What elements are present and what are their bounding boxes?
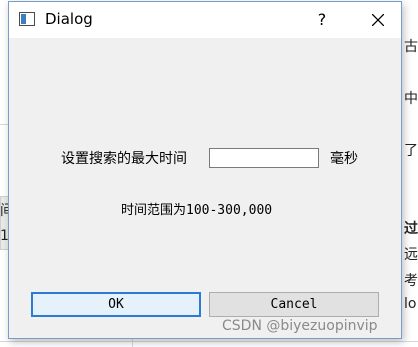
- max-time-label: 设置搜索的最大时间: [61, 151, 187, 167]
- background-text: 中: [404, 91, 418, 107]
- max-time-input[interactable]: [209, 148, 319, 168]
- background-divider: [0, 124, 8, 125]
- range-hint: 时间范围为100-300,000: [121, 203, 273, 218]
- background-text: lo: [404, 296, 417, 312]
- ok-button[interactable]: OK: [31, 292, 201, 317]
- background-divider: [0, 341, 418, 342]
- background-text: 了: [404, 143, 418, 159]
- window-icon: [19, 12, 35, 26]
- watermark: CSDN @biyezuopinvip: [222, 318, 378, 334]
- close-button[interactable]: [355, 2, 401, 38]
- close-icon: [372, 14, 384, 26]
- background-text: 古: [404, 39, 418, 55]
- cancel-button[interactable]: Cancel: [209, 292, 379, 317]
- window-title: Dialog: [45, 10, 93, 28]
- dialog-window: Dialog ? 设置搜索的最大时间 毫秒 时间范围为100-300,000 O…: [8, 1, 402, 339]
- background-text: 过: [404, 221, 418, 237]
- help-button[interactable]: ?: [299, 2, 345, 38]
- unit-label: 毫秒: [330, 151, 358, 167]
- title-bar[interactable]: Dialog ?: [9, 2, 401, 38]
- background-text: 远: [404, 247, 418, 263]
- background-text: 考: [404, 273, 418, 289]
